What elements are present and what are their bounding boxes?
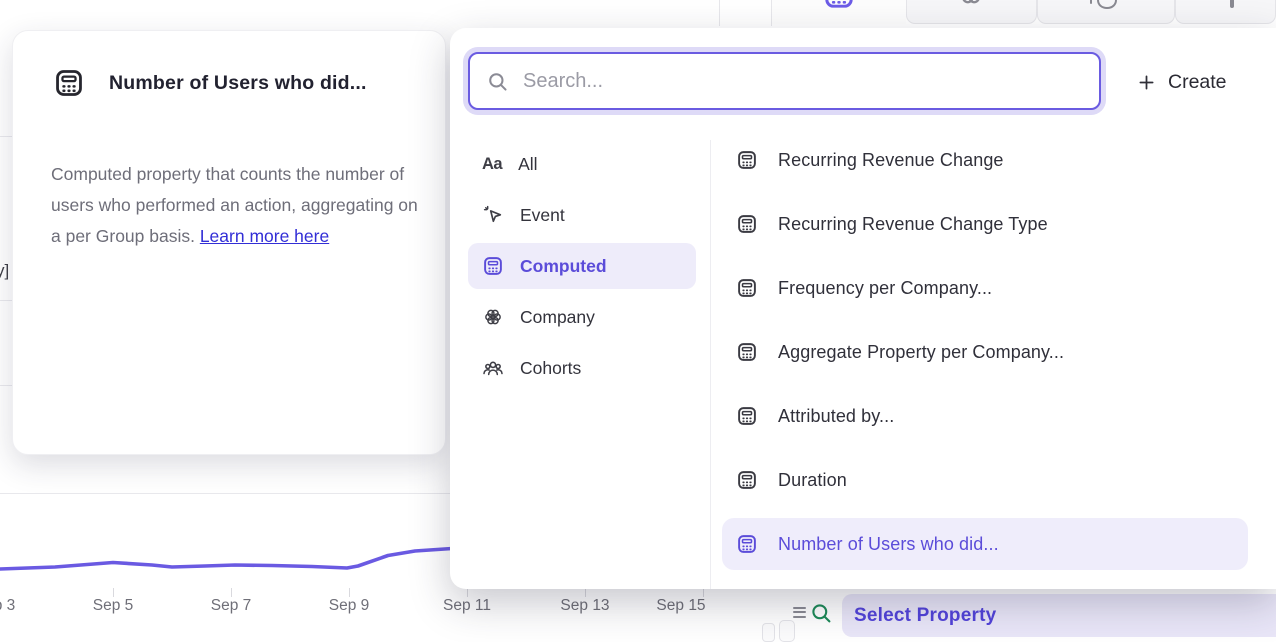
category-all[interactable]: Aa All bbox=[468, 141, 696, 187]
calculator-icon bbox=[736, 405, 758, 427]
results-list: Recurring Revenue Change Recurring Revenu… bbox=[722, 134, 1248, 582]
result-label: Duration bbox=[778, 470, 847, 491]
axis-tick bbox=[585, 588, 586, 597]
cohorts-icon bbox=[482, 357, 504, 379]
result-label: Aggregate Property per Company... bbox=[778, 342, 1064, 363]
app-root: y] Sep 3 Sep 5 Sep 7 Sep 9 Sep 11 Sep 13 Sep 1… bbox=[0, 0, 1276, 642]
result-aggregate-property-per-company[interactable]: Aggregate Property per Company... bbox=[722, 326, 1248, 378]
axis-label: Sep 11 bbox=[443, 597, 491, 615]
section-divider bbox=[0, 493, 450, 494]
category-label: Cohorts bbox=[520, 358, 581, 379]
result-recurring-revenue-change[interactable]: Recurring Revenue Change bbox=[722, 134, 1248, 186]
category-label: Event bbox=[520, 205, 565, 226]
search-icon bbox=[486, 70, 509, 93]
property-picker-popover: Create AaAllEventComputedCompanyCohorts … bbox=[450, 28, 1276, 589]
calculator-icon bbox=[736, 213, 758, 235]
search-box bbox=[468, 52, 1101, 110]
chart-series-line bbox=[0, 549, 452, 570]
create-button-label: Create bbox=[1168, 71, 1227, 94]
search-icon bbox=[809, 601, 833, 625]
result-label: Frequency per Company... bbox=[778, 278, 992, 299]
tab-profile[interactable] bbox=[1175, 0, 1276, 24]
result-attributed-by[interactable]: Attributed by... bbox=[722, 390, 1248, 442]
calculator-icon bbox=[736, 469, 758, 491]
plus-icon bbox=[1136, 72, 1157, 93]
category-computed[interactable]: Computed bbox=[468, 243, 696, 289]
select-property-label: Select Property bbox=[854, 605, 996, 627]
result-label: Number of Users who did... bbox=[778, 534, 999, 555]
result-frequency-per-company[interactable]: Frequency per Company... bbox=[722, 262, 1248, 314]
select-property-field[interactable]: Select Property bbox=[842, 594, 1276, 637]
company-icon bbox=[482, 306, 504, 328]
calculator-icon bbox=[736, 533, 758, 555]
card-description: Computed property that counts the number… bbox=[51, 159, 419, 252]
company-icon bbox=[954, 0, 988, 9]
category-label: Company bbox=[520, 307, 595, 328]
axis-label: Sep 5 bbox=[93, 597, 134, 615]
result-label: Attributed by... bbox=[778, 406, 894, 427]
clipped-control bbox=[779, 620, 795, 642]
axis-label: Sep 3 bbox=[0, 597, 15, 615]
text-format-icon: Aa bbox=[482, 155, 502, 174]
result-number-of-users-who-did[interactable]: Number of Users who did... bbox=[722, 518, 1248, 570]
tab-company[interactable] bbox=[906, 0, 1037, 24]
axis-label: Sep 7 bbox=[211, 597, 252, 615]
calculator-icon bbox=[822, 0, 856, 11]
list-divider bbox=[0, 385, 12, 386]
category-event[interactable]: Event bbox=[468, 192, 696, 238]
list-divider bbox=[0, 136, 12, 137]
axis-tick bbox=[113, 588, 114, 597]
category-company[interactable]: Company bbox=[468, 294, 696, 340]
calculator-icon bbox=[736, 277, 758, 299]
category-cohorts[interactable]: Cohorts bbox=[468, 345, 696, 391]
panel-divider bbox=[719, 0, 720, 26]
list-divider bbox=[0, 300, 12, 301]
calculator-icon bbox=[736, 149, 758, 171]
category-list: Aa All Event Computed Company Cohorts bbox=[468, 141, 696, 396]
clipped-control bbox=[762, 623, 775, 642]
learn-more-link[interactable]: Learn more here bbox=[200, 226, 329, 246]
calculator-icon bbox=[736, 341, 758, 363]
category-label: Computed bbox=[520, 256, 607, 277]
property-tooltip-card: Number of Users who did... Computed prop… bbox=[12, 30, 446, 455]
result-recurring-revenue-change-type[interactable]: Recurring Revenue Change Type bbox=[722, 198, 1248, 250]
calculator-icon bbox=[53, 67, 85, 99]
event-icon bbox=[482, 204, 504, 226]
clipped-background-text: y] bbox=[0, 261, 9, 281]
axis-label: Sep 13 bbox=[560, 597, 609, 615]
tab-computed-metrics[interactable] bbox=[772, 0, 906, 24]
axis-tick bbox=[467, 588, 468, 597]
axis-tick bbox=[349, 588, 350, 597]
search-input[interactable] bbox=[521, 69, 1089, 94]
profile-icon bbox=[1230, 0, 1234, 8]
axis-tick bbox=[231, 588, 232, 597]
tab-retention[interactable] bbox=[1037, 0, 1175, 24]
axis-tick bbox=[703, 588, 704, 597]
create-button[interactable]: Create bbox=[1136, 66, 1227, 98]
drag-handle-icon[interactable] bbox=[793, 607, 806, 620]
card-title: Number of Users who did... bbox=[109, 72, 367, 95]
vertical-divider bbox=[710, 140, 711, 589]
result-label: Recurring Revenue Change Type bbox=[778, 214, 1048, 235]
result-label: Recurring Revenue Change bbox=[778, 150, 1004, 171]
axis-label: Sep 15 bbox=[656, 597, 705, 615]
category-label: All bbox=[518, 154, 537, 175]
calculator-icon bbox=[482, 255, 504, 277]
retention-icon bbox=[1088, 0, 1122, 12]
axis-label: Sep 9 bbox=[329, 597, 370, 615]
card-header: Number of Users who did... bbox=[53, 67, 367, 99]
result-duration[interactable]: Duration bbox=[722, 454, 1248, 506]
